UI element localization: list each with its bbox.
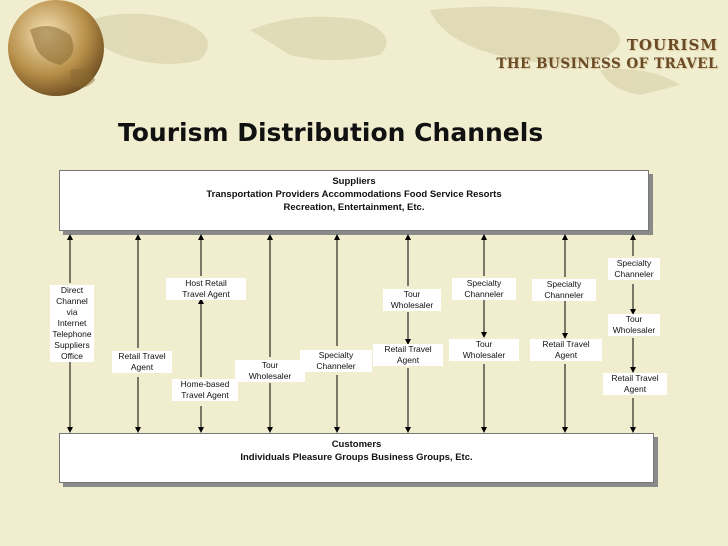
label-line: Direct — [60, 285, 84, 295]
label-line: Specialty — [466, 278, 502, 288]
label-line: Travel Agent — [182, 289, 230, 299]
label-line: Specialty — [318, 350, 354, 360]
label-line: Wholesaler — [462, 350, 506, 360]
retail-agent-label-3: Retail Travel Agent — [530, 339, 602, 361]
label-line: Home-based — [180, 379, 230, 389]
retail-agent-label-1: Retail Travel Agent — [112, 351, 172, 373]
retail-agent-label-2: Retail Travel Agent — [373, 344, 443, 366]
label-line: Agent — [623, 384, 647, 394]
label-line: Tour — [625, 314, 643, 324]
direct-channel-label: Direct Channel via Internet Telephone Su… — [50, 285, 94, 362]
label-line: Suppliers — [54, 340, 90, 350]
specialty-channeler-label-1: Specialty Channeler — [300, 350, 372, 372]
host-retail-label: Host Retail Travel Agent — [166, 278, 246, 300]
specialty-channeler-label-2: Specialty Channeler — [452, 278, 516, 300]
label-line: Office — [60, 351, 84, 361]
label-line: Channeler — [464, 289, 504, 299]
label-line: Wholesaler — [248, 371, 292, 381]
specialty-channeler-label-4: Specialty Channeler — [608, 258, 660, 280]
label-line: Retail Travel — [542, 339, 590, 349]
label-line: Retail Travel — [611, 373, 659, 383]
specialty-channeler-label-3: Specialty Channeler — [532, 279, 596, 301]
label-line: Internet — [57, 318, 87, 328]
label-line: Tour — [261, 360, 279, 370]
label-line: Channeler — [544, 290, 584, 300]
label-line: Telephone — [52, 329, 92, 339]
label-line: Agent — [396, 355, 420, 365]
label-line: Channeler — [614, 269, 654, 279]
label-line: Wholesaler — [612, 325, 656, 335]
label-line: Travel Agent — [181, 390, 229, 400]
label-line: Tour — [403, 289, 421, 299]
label-line: Retail Travel — [384, 344, 432, 354]
label-line: via — [66, 307, 78, 317]
retail-agent-label-4: Retail Travel Agent — [603, 373, 667, 395]
tour-wholesaler-label-2: Tour Wholesaler — [383, 289, 441, 311]
label-line: Channeler — [316, 361, 356, 371]
label-line: Channel — [56, 296, 88, 306]
tour-wholesaler-label-4: Tour Wholesaler — [608, 314, 660, 336]
label-line: Agent — [130, 362, 154, 372]
label-line: Specialty — [616, 258, 652, 268]
label-line: Wholesaler — [390, 300, 434, 310]
label-line: Agent — [554, 350, 578, 360]
label-line: Host Retail — [185, 278, 227, 288]
home-based-label: Home-based Travel Agent — [172, 379, 238, 401]
tour-wholesaler-label-1: Tour Wholesaler — [235, 360, 305, 382]
tour-wholesaler-label-3: Tour Wholesaler — [449, 339, 519, 361]
label-line: Tour — [475, 339, 493, 349]
label-line: Retail Travel — [118, 351, 166, 361]
label-line: Specialty — [546, 279, 582, 289]
